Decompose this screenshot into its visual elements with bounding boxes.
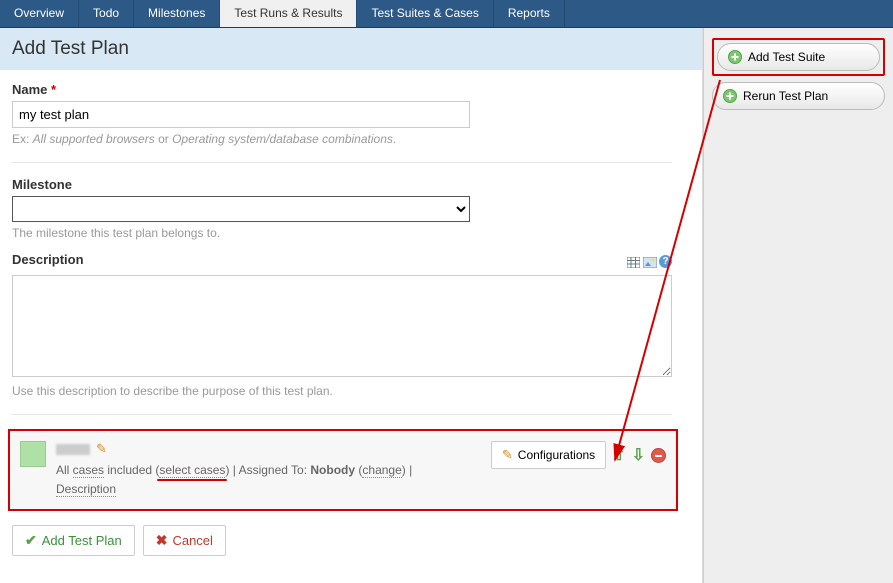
page-title: Add Test Plan [0, 28, 702, 70]
assigned-to-value: Nobody [310, 463, 355, 477]
configurations-button[interactable]: ✎Configurations [491, 441, 606, 469]
check-icon: ✔ [25, 532, 37, 549]
move-up-icon[interactable]: ⇧ [612, 445, 625, 465]
help-icon[interactable]: ? [659, 255, 672, 268]
plus-icon [723, 89, 737, 103]
milestone-label: Milestone [12, 177, 690, 192]
tab-overview[interactable]: Overview [0, 0, 79, 27]
change-assignee-link[interactable]: change [362, 463, 401, 478]
add-test-suite-highlight: Add Test Suite [712, 38, 885, 76]
description-help-text: Use this description to describe the pur… [12, 384, 690, 398]
add-test-suite-button[interactable]: Add Test Suite [717, 43, 880, 71]
description-textarea[interactable] [12, 275, 672, 377]
edit-icon[interactable]: ✎ [96, 441, 107, 457]
footer-buttons: ✔Add Test Plan ✖Cancel [0, 511, 702, 570]
tab-milestones[interactable]: Milestones [134, 0, 220, 27]
suite-name-blurred [56, 444, 90, 455]
tab-reports[interactable]: Reports [494, 0, 565, 27]
milestone-select[interactable] [12, 196, 470, 222]
suite-meta: All cases included (select cases) | Assi… [56, 461, 481, 499]
tab-test-runs-results[interactable]: Test Runs & Results [220, 0, 357, 27]
description-label: Description [12, 252, 84, 267]
table-icon[interactable] [627, 256, 640, 267]
image-icon[interactable] [643, 256, 656, 267]
suite-description-link[interactable]: Description [56, 482, 116, 497]
select-cases-link[interactable]: select cases [159, 463, 225, 478]
x-icon: ✖ [156, 532, 168, 549]
description-toolbar: ? [627, 255, 672, 268]
rerun-test-plan-button[interactable]: Rerun Test Plan [712, 82, 885, 110]
name-input[interactable] [12, 101, 470, 128]
tab-bar: Overview Todo Milestones Test Runs & Res… [0, 0, 893, 28]
required-indicator: * [51, 82, 56, 97]
cases-link[interactable]: cases [73, 463, 104, 478]
add-test-plan-button[interactable]: ✔Add Test Plan [12, 525, 135, 556]
name-label: Name * [12, 82, 690, 97]
tab-test-suites-cases[interactable]: Test Suites & Cases [357, 0, 493, 27]
suite-color-swatch [20, 441, 46, 467]
divider [12, 162, 672, 163]
move-down-icon[interactable]: ⇩ [632, 445, 645, 465]
main-content: Add Test Plan Name * Ex: All supported b… [0, 28, 703, 583]
divider [12, 414, 672, 415]
plus-icon [728, 50, 742, 64]
sidebar: Add Test Suite Rerun Test Plan [703, 28, 893, 583]
tab-todo[interactable]: Todo [79, 0, 134, 27]
cancel-button[interactable]: ✖Cancel [143, 525, 226, 556]
pencil-icon: ✎ [502, 447, 513, 463]
milestone-help-text: The milestone this test plan belongs to. [12, 226, 690, 240]
name-help-text: Ex: All supported browsers or Operating … [12, 132, 690, 146]
remove-icon[interactable] [651, 448, 666, 463]
test-suite-row: ✎ All cases included (select cases) | As… [8, 429, 678, 511]
